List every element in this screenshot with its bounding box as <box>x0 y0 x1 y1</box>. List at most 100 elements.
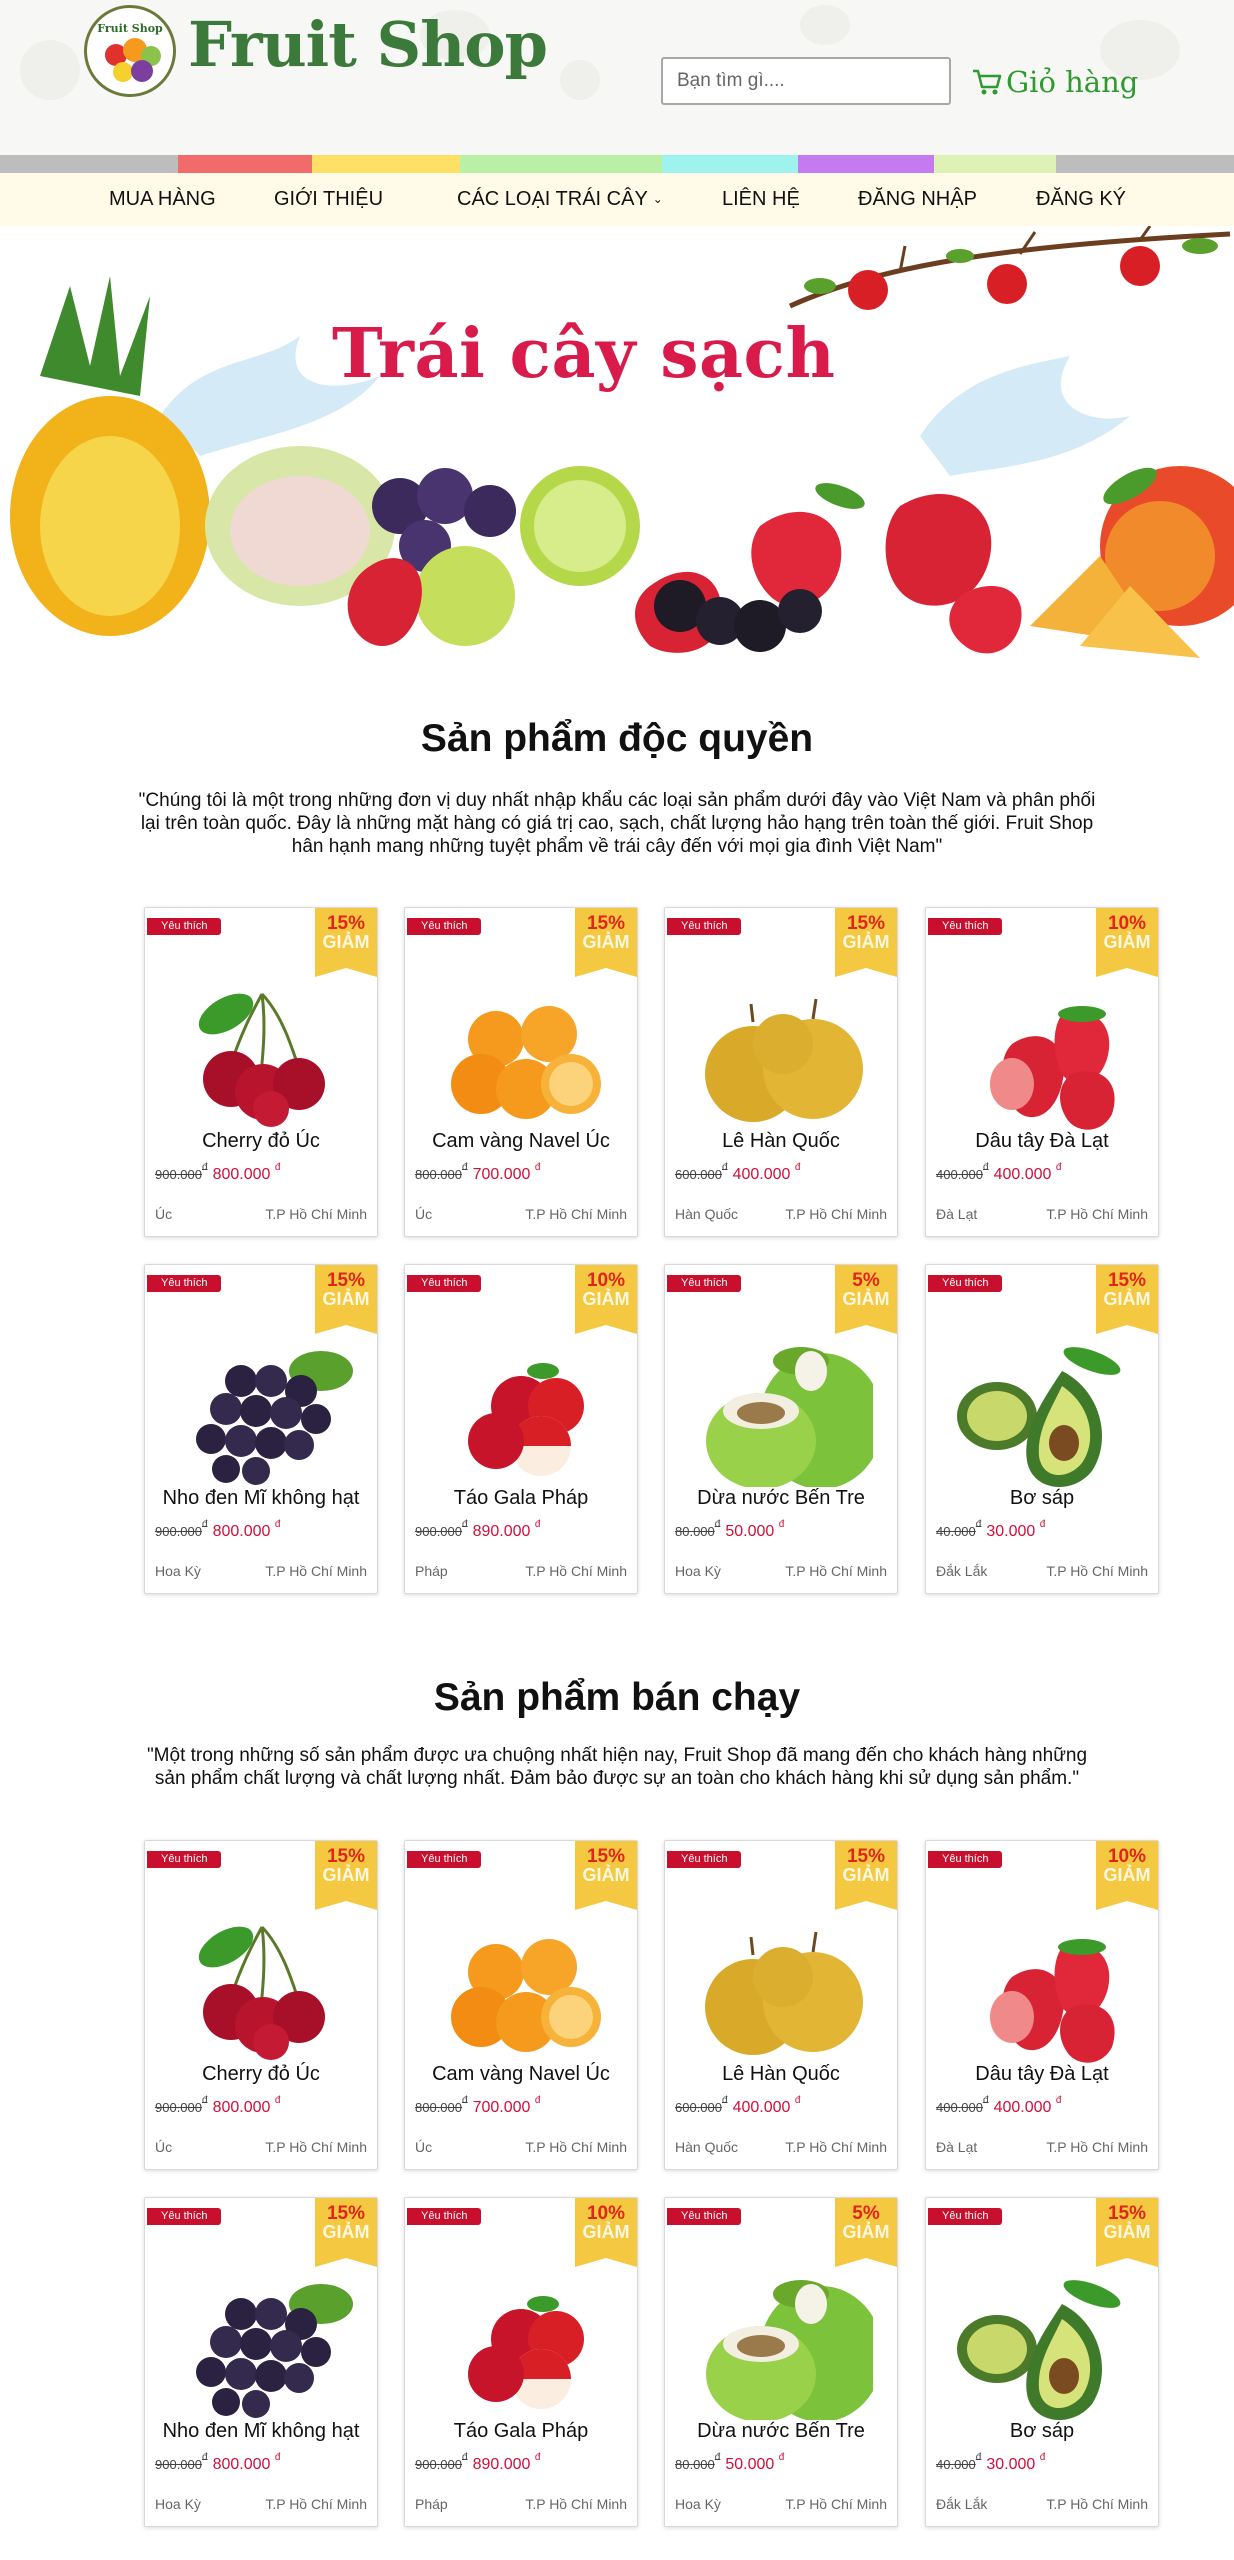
logo-badge[interactable]: Fruit Shop <box>84 5 176 97</box>
nav-item-dang-ky[interactable]: ĐĂNG KÝ <box>1036 173 1126 226</box>
strip-segment <box>662 155 798 173</box>
strip-segment <box>312 155 460 173</box>
strawberry-icon <box>990 1939 1115 2063</box>
product-location: T.P Hồ Chí Minh <box>525 1563 627 1579</box>
apple-icon <box>468 2296 584 2409</box>
product-card[interactable]: Yêu thích 15% GIẢM Bơ sáp 40.000đ 30.000 đ Đắk… <box>925 1264 1159 1594</box>
new-price: 400.000 đ <box>732 1162 801 1183</box>
nav-item-mua-hang[interactable]: MUA HÀNG <box>109 173 216 226</box>
product-origin: Hàn Quốc <box>675 1206 739 1222</box>
product-card[interactable]: Yêu thích 10% GIẢM Táo Gala Pháp 900.000đ 890… <box>404 2197 638 2527</box>
nav-item-cac-loai-trai-cay[interactable]: CÁC LOẠI TRÁI CÂY ⌄ <box>457 173 663 226</box>
old-price: 80.000đ <box>675 1519 721 1539</box>
new-price: 800.000 đ <box>212 1162 281 1183</box>
coconut-icon <box>706 1347 873 1487</box>
product-meta: Úc T.P Hồ Chí Minh <box>155 2139 367 2155</box>
product-card[interactable]: Yêu thích 15% GIẢM Cherry đỏ Úc 900.000đ 800.… <box>144 907 378 1237</box>
product-card[interactable]: Yêu thích 15% GIẢM Nho đen Mĩ không hạt 900.… <box>144 1264 378 1594</box>
product-card[interactable]: Yêu thích 15% GIẢM Bơ sáp 40.000đ 30.000 đ Đắk… <box>925 2197 1159 2527</box>
background-pattern <box>560 60 600 100</box>
nav-item-dang-nhap[interactable]: ĐĂNG NHẬP <box>858 173 977 226</box>
product-name[interactable]: Cherry đỏ Úc <box>145 1130 377 1153</box>
old-price: 900.000đ <box>155 2095 208 2115</box>
product-card[interactable]: Yêu thích 5% GIẢM Dừa nước Bến Tre 80.000đ 50… <box>664 2197 898 2527</box>
product-card[interactable]: Yêu thích 15% GIẢM Cam vàng Navel Úc 800.000… <box>404 1840 638 2170</box>
product-name[interactable]: Cam vàng Navel Úc <box>405 1130 637 1153</box>
product-meta: Pháp T.P Hồ Chí Minh <box>415 2496 627 2512</box>
product-name[interactable]: Cherry đỏ Úc <box>145 2063 377 2086</box>
favorite-badge: Yêu thích <box>147 918 222 935</box>
product-card[interactable]: Yêu thích 10% GIẢM Dâu tây Đà Lạt 400.000đ 40… <box>925 1840 1159 2170</box>
cart-button[interactable]: Giỏ hàng <box>972 62 1138 102</box>
fruit-icon <box>113 62 133 82</box>
product-card[interactable]: Yêu thích 15% GIẢM Lê Hàn Quốc 600.000đ 400.0… <box>664 907 898 1237</box>
product-name[interactable]: Lê Hàn Quốc <box>665 1130 897 1153</box>
discount-percent: 10% <box>586 1270 626 1291</box>
product-meta: Hoa Kỳ T.P Hồ Chí Minh <box>675 1563 887 1579</box>
apple-icon <box>468 1363 584 1476</box>
grape-icon <box>196 2284 353 2418</box>
favorite-badge: Yêu thích <box>667 1275 742 1292</box>
favorite-badge: Yêu thích <box>407 918 482 935</box>
product-name[interactable]: Nho đen Mĩ không hạt <box>145 2420 377 2443</box>
discount-badge: 5% GIẢM <box>835 1265 897 1334</box>
product-meta: Đắk Lắk T.P Hồ Chí Minh <box>936 1563 1148 1579</box>
main-nav: MUA HÀNG GIỚI THIỆU CÁC LOẠI TRÁI CÂY ⌄ L… <box>0 173 1234 226</box>
grape-icon <box>196 1351 353 1485</box>
product-card[interactable]: Yêu thích 15% GIẢM Cherry đỏ Úc 900.000đ 800.… <box>144 1840 378 2170</box>
product-prices: 900.000đ 890.000 đ <box>415 2452 540 2474</box>
product-prices: 900.000đ 890.000 đ <box>415 1519 540 1541</box>
product-card[interactable]: Yêu thích 10% GIẢM Táo Gala Pháp 900.000đ 890… <box>404 1264 638 1594</box>
product-card[interactable]: Yêu thích 15% GIẢM Nho đen Mĩ không hạt 900.… <box>144 2197 378 2527</box>
cart-label: Giỏ hàng <box>1006 65 1139 99</box>
product-name[interactable]: Cam vàng Navel Úc <box>405 2063 637 2086</box>
product-location: T.P Hồ Chí Minh <box>1046 1206 1148 1222</box>
discount-badge: 10% GIẢM <box>575 1265 637 1334</box>
product-meta: Đắk Lắk T.P Hồ Chí Minh <box>936 2496 1148 2512</box>
discount-label: GIẢM <box>322 1289 370 1309</box>
nav-item-gioi-thieu[interactable]: GIỚI THIỆU <box>274 173 383 226</box>
product-meta: Đà Lạt T.P Hồ Chí Minh <box>936 2139 1148 2155</box>
product-name[interactable]: Bơ sáp <box>926 1487 1158 1510</box>
section-title-bestseller: Sản phẩm bán chạy <box>433 1676 801 1719</box>
product-name[interactable]: Táo Gala Pháp <box>405 2420 637 2443</box>
pear-icon <box>705 1931 863 2055</box>
strip-segment <box>798 155 934 173</box>
product-card[interactable]: Yêu thích 15% GIẢM Cam vàng Navel Úc 800.000… <box>404 907 638 1237</box>
discount-percent: 15% <box>326 913 366 934</box>
product-name[interactable]: Dừa nước Bến Tre <box>665 2420 897 2443</box>
description-line: hân hạnh mang những tuyệt phẩm về trái c… <box>291 836 943 857</box>
new-price: 50.000 đ <box>725 2452 785 2473</box>
product-name[interactable]: Dừa nước Bến Tre <box>665 1487 897 1510</box>
logo-text[interactable]: Fruit Shop <box>188 8 548 81</box>
product-name[interactable]: Dâu tây Đà Lạt <box>926 2063 1158 2086</box>
chevron-down-icon: ⌄ <box>652 192 663 207</box>
favorite-badge: Yêu thích <box>928 918 1003 935</box>
color-strip <box>0 155 1234 173</box>
old-price: 900.000đ <box>155 2452 208 2472</box>
discount-label: GIẢM <box>322 2222 370 2242</box>
product-prices: 900.000đ 800.000 đ <box>155 2452 280 2474</box>
strip-segment <box>0 155 178 173</box>
discount-label: GIẢM <box>1103 1865 1151 1885</box>
favorite-badge: Yêu thích <box>667 2208 742 2225</box>
discount-percent: 10% <box>1107 1846 1147 1867</box>
product-location: T.P Hồ Chí Minh <box>785 2139 887 2155</box>
product-name[interactable]: Lê Hàn Quốc <box>665 2063 897 2086</box>
product-name[interactable]: Dâu tây Đà Lạt <box>926 1130 1158 1153</box>
product-card[interactable]: Yêu thích 15% GIẢM Lê Hàn Quốc 600.000đ 400.0… <box>664 1840 898 2170</box>
new-price: 30.000 đ <box>986 1519 1046 1540</box>
search-input[interactable] <box>661 57 951 105</box>
product-origin: Đà Lạt <box>936 2139 978 2155</box>
nav-label: LIÊN HỆ <box>722 188 800 210</box>
nav-item-lien-he[interactable]: LIÊN HỆ <box>722 173 800 226</box>
product-name[interactable]: Bơ sáp <box>926 2420 1158 2443</box>
product-name[interactable]: Táo Gala Pháp <box>405 1487 637 1510</box>
discount-badge: 15% GIẢM <box>1096 1265 1158 1334</box>
product-card[interactable]: Yêu thích 10% GIẢM Dâu tây Đà Lạt 400.000đ 40… <box>925 907 1159 1237</box>
product-prices: 40.000đ 30.000 đ <box>936 1519 1046 1541</box>
product-name[interactable]: Nho đen Mĩ không hạt <box>145 1487 377 1510</box>
product-card[interactable]: Yêu thích 5% GIẢM Dừa nước Bến Tre 80.000đ 50… <box>664 1264 898 1594</box>
product-location: T.P Hồ Chí Minh <box>265 1563 367 1579</box>
nav-label: ĐĂNG NHẬP <box>858 188 977 210</box>
